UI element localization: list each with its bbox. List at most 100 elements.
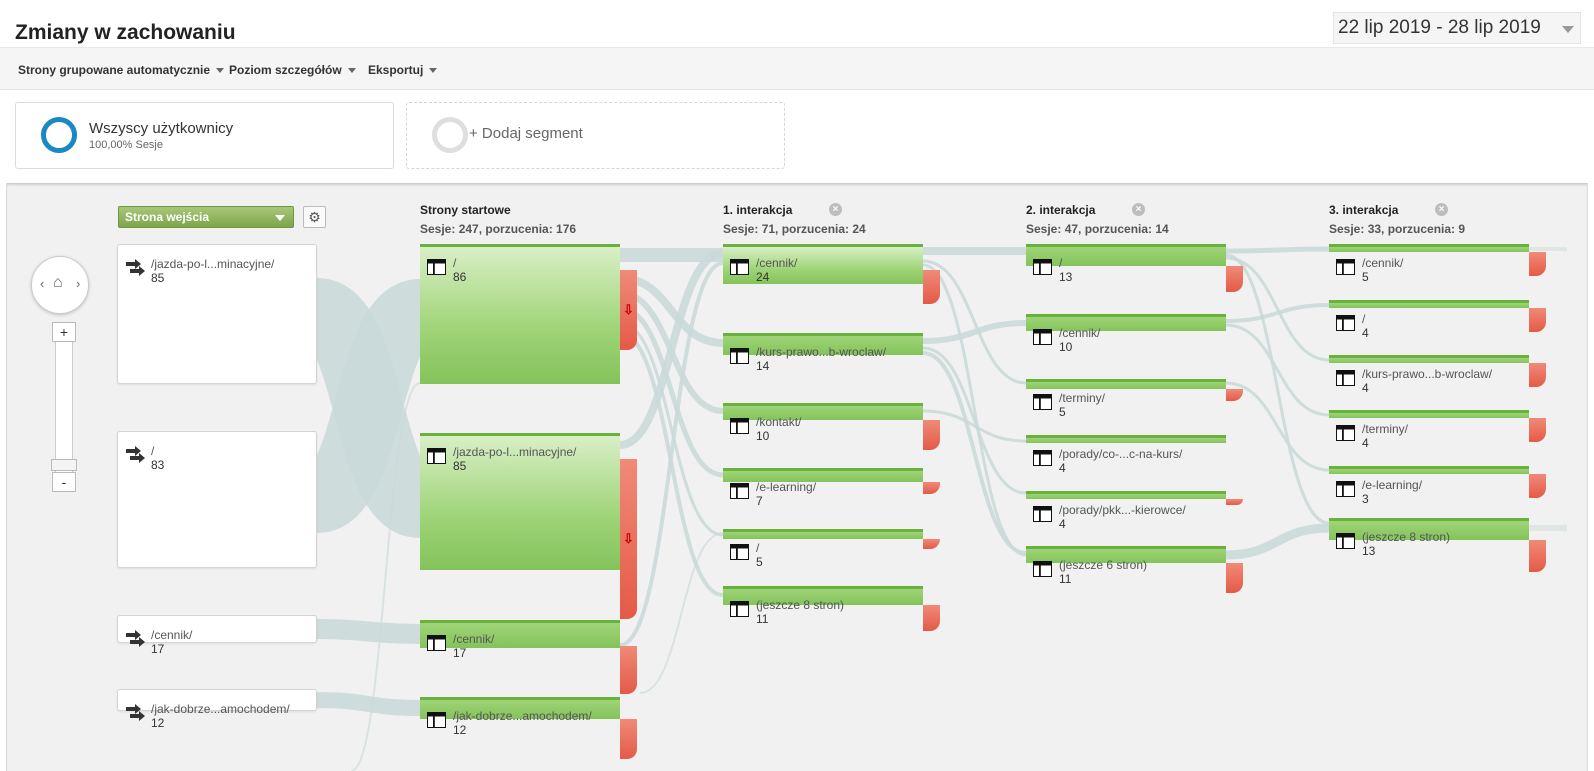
node-label: /jak-dobrze...amochodem/ [151,702,290,716]
node-label: (jeszcze 8 stron) [756,598,845,612]
grouping-dropdown[interactable]: Strony grupowane automatycznie [18,63,225,77]
close-circle-icon[interactable]: × [1132,203,1145,216]
dropoff-bar[interactable] [620,646,637,694]
node-count: 83 [151,458,165,472]
dropoff-bar[interactable] [1529,474,1546,498]
node-count: 12 [453,723,467,737]
zoom-slider-handle[interactable] [51,459,77,471]
page-node[interactable] [1329,466,1529,474]
page-node[interactable] [723,244,923,284]
page-layout-icon [1336,370,1355,391]
add-segment-label: + Dodaj segment [469,125,583,142]
node-label: / [756,541,760,555]
node-count: 4 [1059,461,1066,475]
node-label: /jazda-po-l...minacyjne/ [453,445,577,459]
page-node[interactable] [1329,300,1529,308]
page-layout-icon [730,418,749,439]
page-layout-icon [1033,561,1052,582]
chevron-down-icon [1562,26,1574,33]
page-node[interactable] [1329,410,1529,418]
page-node[interactable] [723,403,923,420]
page-node[interactable] [1026,379,1226,389]
dimension-select[interactable]: Strona wejścia [118,206,294,228]
behavior-flow-canvas[interactable]: Strona wejścia ⚙ ‹ ⌂ › + - Strony starto… [6,183,1588,771]
page-node[interactable] [723,468,923,482]
dimension-select-label: Strona wejścia [125,210,210,224]
page-node[interactable] [1026,244,1226,266]
dropoff-bar[interactable] [1529,308,1546,332]
pan-control[interactable]: ‹ ⌂ › [31,256,89,314]
detail-level-dropdown[interactable]: Poziom szczegółów [229,63,356,77]
entry-arrow-icon [125,258,147,281]
grouping-dropdown-label: Strony grupowane automatycznie [18,63,211,77]
page-layout-icon [1033,506,1052,527]
export-dropdown[interactable]: Eksportuj [368,63,438,77]
page-layout-icon [1336,533,1355,554]
entry-arrow-icon [125,629,147,652]
node-count: 10 [756,429,770,443]
dropoff-bar[interactable] [1529,363,1546,387]
entry-node[interactable]: /83 [117,431,317,568]
flow-ribbon [639,532,724,694]
entry-node[interactable]: /jazda-po-l...minacyjne/85 [117,244,317,384]
page-node[interactable] [1026,435,1226,443]
dropoff-bar[interactable] [1529,540,1546,572]
node-count: 7 [756,494,763,508]
dropoff-arrow-icon: ⇩ [623,302,634,317]
close-circle-icon[interactable]: × [829,203,842,216]
dropoff-bar[interactable] [1529,418,1546,442]
page-layout-icon [427,259,446,280]
report-header: Zmiany w zachowaniu 22 lip 2019 - 28 lip… [0,0,1594,47]
page-node[interactable] [1026,314,1226,331]
segment-ring-icon [432,117,468,153]
segment-all-users[interactable]: Wszyscy użytkownicy 100,00% Sesje [15,102,394,169]
date-range-text: 22 lip 2019 - 28 lip 2019 [1338,17,1541,38]
dropoff-bar[interactable] [1529,252,1546,276]
pan-left-icon[interactable]: ‹ [40,276,44,291]
node-label: /e-learning/ [1362,478,1423,492]
dropoff-bar[interactable] [620,719,637,759]
dropoff-bar[interactable] [1226,563,1243,593]
entry-node[interactable]: /jak-dobrze...amochodem/12 [117,689,317,730]
add-segment-button[interactable]: + Dodaj segment [406,102,785,169]
page-node[interactable] [420,244,620,384]
node-label: /cennik/ [453,632,495,646]
flow-ribbon [1225,246,1330,254]
dropoff-bar[interactable] [923,420,940,450]
page-title: Zmiany w zachowaniu [15,21,236,44]
page-node[interactable] [420,620,620,648]
node-count: 85 [453,459,467,473]
page-node[interactable] [1026,491,1226,499]
zoom-in-button[interactable]: + [52,322,76,342]
node-count: 11 [756,612,769,626]
column-header: 2. interakcja Sesje: 47, porzucenia: 14 [1026,203,1169,236]
page-layout-icon [730,601,749,622]
node-count: 4 [1362,326,1369,340]
node-label: /cennik/ [151,628,193,642]
flow-ribbon [1225,323,1330,417]
node-label: (jeszcze 8 stron) [1362,530,1451,544]
column-title: 1. interakcja [723,203,793,217]
dropoff-arrow-icon: ⇩ [623,531,634,546]
page-layout-icon [427,712,446,733]
home-icon[interactable]: ⌂ [53,274,63,292]
dropoff-bar[interactable] [1226,266,1243,292]
node-label: /jazda-po-l...minacyjne/ [151,257,275,271]
page-node[interactable] [1329,355,1529,363]
dropoff-bar[interactable] [923,605,940,631]
zoom-out-button[interactable]: - [52,472,76,492]
date-range-picker[interactable]: 22 lip 2019 - 28 lip 2019 [1333,12,1581,44]
page-node[interactable] [1329,244,1529,252]
pan-right-icon[interactable]: › [76,276,80,291]
page-layout-icon [730,483,749,504]
export-dropdown-label: Eksportuj [368,63,424,77]
node-count: 24 [756,270,770,284]
segment-bar: Wszyscy użytkownicy 100,00% Sesje + Doda… [0,91,1594,182]
settings-button[interactable]: ⚙ [303,206,326,228]
dropoff-bar[interactable] [923,270,940,304]
entry-node[interactable]: /cennik/17 [117,615,317,656]
page-node[interactable] [723,529,923,539]
close-circle-icon[interactable]: × [1435,203,1448,216]
segment-ring-icon [41,117,77,153]
node-count: 12 [151,716,165,730]
